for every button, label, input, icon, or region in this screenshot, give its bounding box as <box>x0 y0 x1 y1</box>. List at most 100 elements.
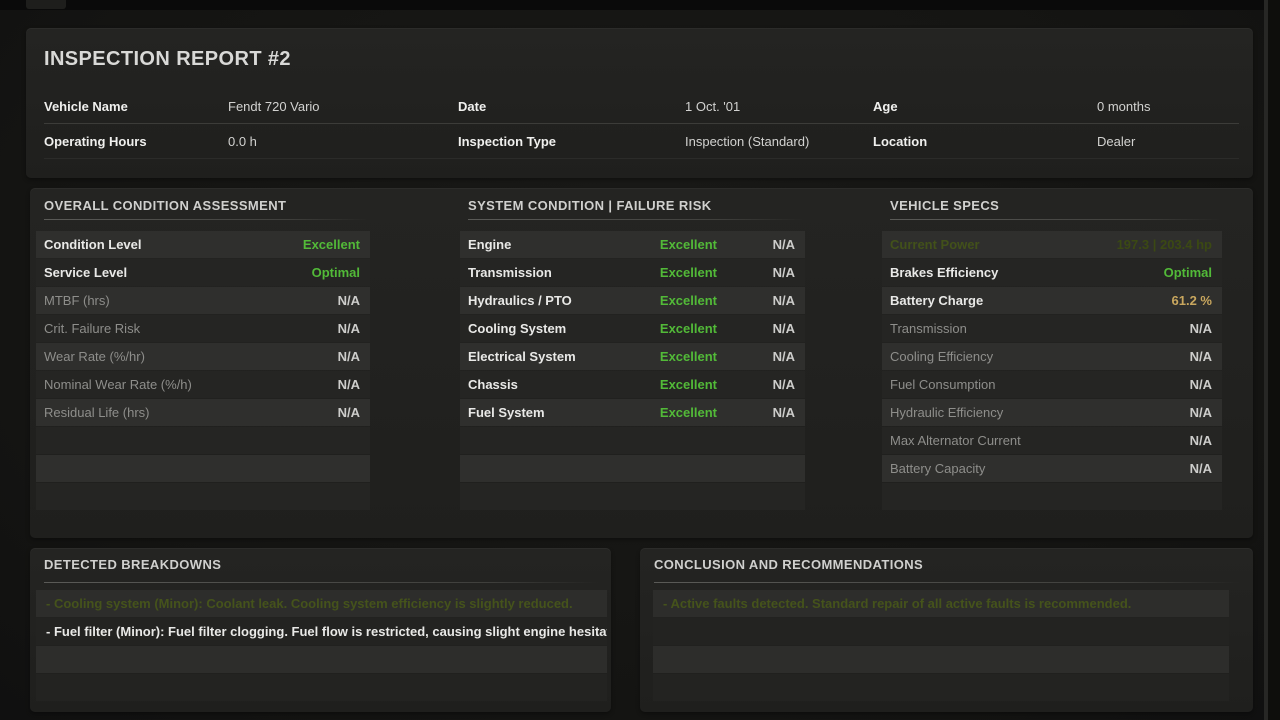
row-label: Chassis <box>468 377 617 392</box>
row-value: N/A <box>1190 461 1212 476</box>
row-risk: N/A <box>717 237 795 252</box>
table-row[interactable]: Service Level Optimal <box>36 259 370 286</box>
empty-row <box>36 646 607 673</box>
field-label-vehicle-name: Vehicle Name <box>44 99 228 114</box>
row-label: Transmission <box>890 321 1190 336</box>
field-label-date: Date <box>458 99 685 114</box>
field-value-operating-hours: 0.0 h <box>228 134 458 149</box>
table-row[interactable]: Cooling System Excellent N/A <box>460 315 805 342</box>
header-row-1: Vehicle Name Fendt 720 Vario Date 1 Oct.… <box>44 89 1239 124</box>
assessment-section-card: OVERALL CONDITION ASSESSMENT Condition L… <box>30 188 1253 538</box>
table-row[interactable]: Transmission Excellent N/A <box>460 259 805 286</box>
table-row[interactable]: Fuel System Excellent N/A <box>460 399 805 426</box>
row-label: Cooling System <box>468 321 617 336</box>
panel-overall-condition: OVERALL CONDITION ASSESSMENT Condition L… <box>36 198 370 511</box>
row-value: N/A <box>1190 405 1212 420</box>
table-row[interactable]: Wear Rate (%/hr) N/A <box>36 343 370 370</box>
row-condition: Excellent <box>617 349 717 364</box>
panel-system-title: SYSTEM CONDITION | FAILURE RISK <box>460 198 805 213</box>
system-rows: Engine Excellent N/A Transmission Excell… <box>460 231 805 510</box>
table-row[interactable]: Fuel Consumption N/A <box>882 371 1222 398</box>
row-label: Crit. Failure Risk <box>44 321 338 336</box>
empty-row <box>460 455 805 482</box>
row-condition: Excellent <box>617 377 717 392</box>
page-title: INSPECTION REPORT #2 <box>44 48 291 71</box>
row-value: N/A <box>1190 433 1212 448</box>
specs-rows: Current Power 197.3 | 203.4 hp Brakes Ef… <box>882 231 1222 510</box>
table-row[interactable]: Battery Capacity N/A <box>882 455 1222 482</box>
breakdown-text: - Cooling system (Minor): Coolant leak. … <box>46 596 573 611</box>
table-row[interactable]: Chassis Excellent N/A <box>460 371 805 398</box>
right-page-margin <box>1268 0 1280 720</box>
row-value: N/A <box>338 293 360 308</box>
detected-breakdowns-card: DETECTED BREAKDOWNS - Cooling system (Mi… <box>30 548 611 712</box>
breakdown-text: - Fuel filter (Minor): Fuel filter clogg… <box>46 624 607 639</box>
row-label: Battery Charge <box>890 293 1172 308</box>
row-value: N/A <box>338 405 360 420</box>
title-underline <box>44 582 599 583</box>
breakdowns-title: DETECTED BREAKDOWNS <box>44 557 221 572</box>
field-label-age: Age <box>873 99 1097 114</box>
empty-row <box>36 483 370 510</box>
breakdown-row-selected[interactable]: - Cooling system (Minor): Coolant leak. … <box>36 590 607 617</box>
empty-row <box>653 674 1229 701</box>
table-row[interactable]: Condition Level Excellent <box>36 231 370 258</box>
panel-overall-title: OVERALL CONDITION ASSESSMENT <box>36 198 370 213</box>
table-row[interactable]: Nominal Wear Rate (%/h) N/A <box>36 371 370 398</box>
row-risk: N/A <box>717 377 795 392</box>
row-risk: N/A <box>717 349 795 364</box>
row-condition: Excellent <box>617 265 717 280</box>
table-row[interactable]: Hydraulic Efficiency N/A <box>882 399 1222 426</box>
table-row[interactable]: Battery Charge 61.2 % <box>882 287 1222 314</box>
table-row-selected[interactable]: Current Power 197.3 | 203.4 hp <box>882 231 1222 258</box>
row-label: Max Alternator Current <box>890 433 1190 448</box>
table-row[interactable]: Hydraulics / PTO Excellent N/A <box>460 287 805 314</box>
table-row[interactable]: Max Alternator Current N/A <box>882 427 1222 454</box>
row-label: Wear Rate (%/hr) <box>44 349 338 364</box>
conclusion-text: - Active faults detected. Standard repai… <box>663 596 1131 611</box>
title-underline <box>654 582 1241 583</box>
row-value: N/A <box>1190 349 1212 364</box>
field-label-operating-hours: Operating Hours <box>44 134 228 149</box>
table-row[interactable]: Brakes Efficiency Optimal <box>882 259 1222 286</box>
empty-row <box>882 483 1222 510</box>
conclusion-title: CONCLUSION AND RECOMMENDATIONS <box>654 557 923 572</box>
title-underline <box>44 219 370 220</box>
row-label: Engine <box>468 237 617 252</box>
row-risk: N/A <box>717 265 795 280</box>
title-underline <box>468 219 805 220</box>
conclusion-row-selected[interactable]: - Active faults detected. Standard repai… <box>653 590 1229 617</box>
panel-specs-title: VEHICLE SPECS <box>882 198 1222 213</box>
title-underline <box>890 219 1222 220</box>
row-label: Hydraulic Efficiency <box>890 405 1190 420</box>
table-row[interactable]: Transmission N/A <box>882 315 1222 342</box>
row-label: Battery Capacity <box>890 461 1190 476</box>
row-risk: N/A <box>717 293 795 308</box>
breakdown-row[interactable]: - Fuel filter (Minor): Fuel filter clogg… <box>36 618 607 645</box>
table-row[interactable]: Cooling Efficiency N/A <box>882 343 1222 370</box>
table-row[interactable]: Electrical System Excellent N/A <box>460 343 805 370</box>
table-row[interactable]: Engine Excellent N/A <box>460 231 805 258</box>
row-label: Nominal Wear Rate (%/h) <box>44 377 338 392</box>
row-value: Excellent <box>303 237 360 252</box>
breakdowns-rows: - Cooling system (Minor): Coolant leak. … <box>36 590 607 702</box>
top-window-strip <box>0 0 1280 10</box>
field-label-location: Location <box>873 134 1097 149</box>
conclusion-rows: - Active faults detected. Standard repai… <box>653 590 1229 702</box>
table-row[interactable]: MTBF (hrs) N/A <box>36 287 370 314</box>
report-header-card: INSPECTION REPORT #2 Vehicle Name Fendt … <box>26 28 1253 178</box>
row-label: Cooling Efficiency <box>890 349 1190 364</box>
row-condition: Excellent <box>617 293 717 308</box>
panel-vehicle-specs: VEHICLE SPECS Current Power 197.3 | 203.… <box>882 198 1222 511</box>
field-value-inspection-type: Inspection (Standard) <box>685 134 873 149</box>
table-row[interactable]: Crit. Failure Risk N/A <box>36 315 370 342</box>
row-label: MTBF (hrs) <box>44 293 338 308</box>
panel-system-condition: SYSTEM CONDITION | FAILURE RISK Engine E… <box>460 198 805 511</box>
row-label: Current Power <box>890 237 1117 252</box>
field-label-inspection-type: Inspection Type <box>458 134 685 149</box>
overall-rows: Condition Level Excellent Service Level … <box>36 231 370 510</box>
table-row[interactable]: Residual Life (hrs) N/A <box>36 399 370 426</box>
empty-row <box>36 455 370 482</box>
row-value: N/A <box>1190 321 1212 336</box>
row-value: N/A <box>338 349 360 364</box>
